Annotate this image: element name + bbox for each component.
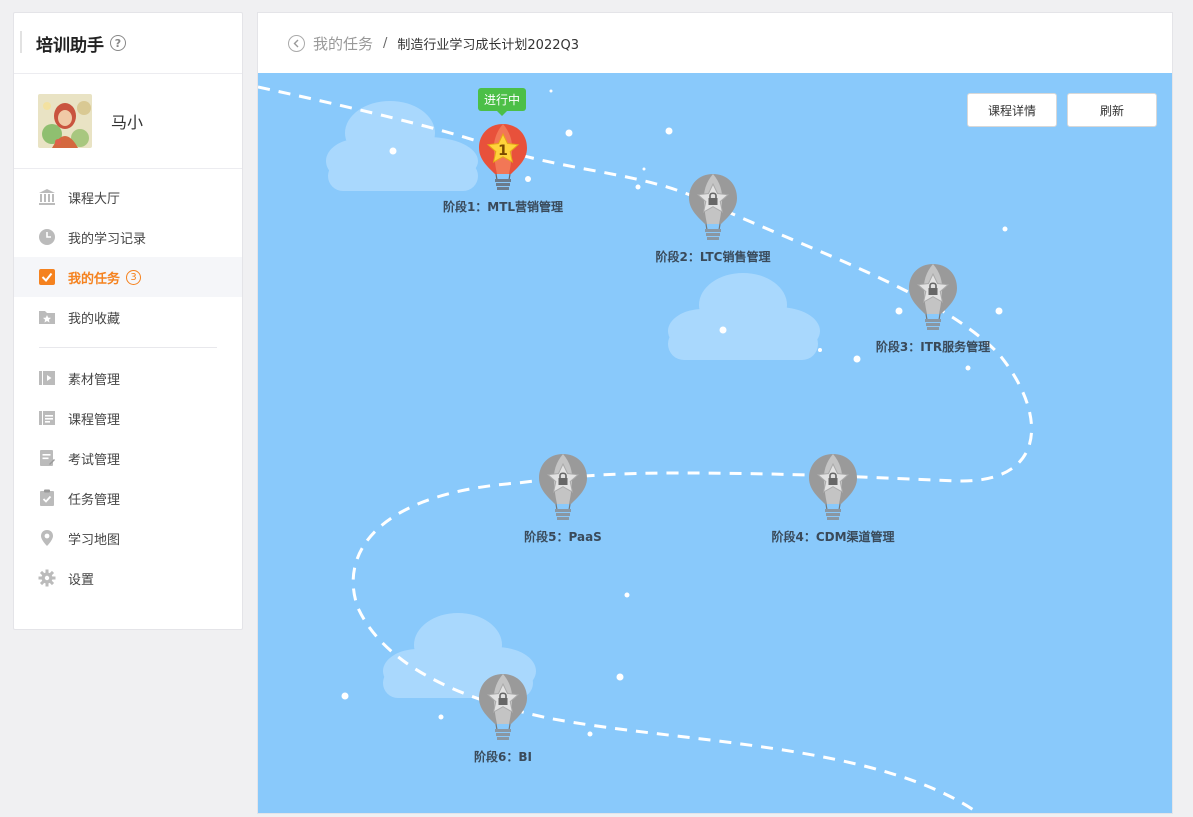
task-icon (38, 489, 56, 507)
location-icon (38, 529, 56, 547)
sidebar: 培训助手 ? 马小 课程大厅 我的学习记录 我的任务 3 我的收藏 素材管理 课… (13, 12, 243, 630)
back-arrow-icon[interactable] (288, 34, 305, 52)
sidebar-item-label: 素材管理 (68, 372, 121, 388)
sidebar-item-label: 设置 (68, 572, 95, 588)
stage-5[interactable]: 阶段5：PaaS (488, 452, 638, 545)
sidebar-item-task-manage[interactable]: 任务管理 (14, 478, 242, 518)
avatar[interactable] (38, 94, 92, 148)
learning-map: 课程详情 刷新 进行中 1 阶段1：MTL营销管理 阶段2：LTC销售管理 阶段… (258, 73, 1172, 813)
sidebar-item-label: 我的收藏 (68, 311, 121, 327)
sidebar-item-label: 我的任务 (68, 271, 121, 287)
stage-label: 阶段6：BI (474, 750, 532, 764)
sidebar-item-my-tasks[interactable]: 我的任务 3 (14, 257, 242, 297)
sidebar-item-label: 任务管理 (68, 492, 121, 508)
breadcrumb-back-link[interactable]: 我的任务 (313, 33, 373, 54)
bank-icon (38, 188, 56, 206)
sidebar-nav: 课程大厅 我的学习记录 我的任务 3 我的收藏 素材管理 课程管理 考试管理 任… (14, 169, 242, 598)
cloud-icon (668, 273, 820, 360)
task-count-badge: 3 (126, 269, 142, 285)
stage-label: 阶段4：CDM渠道管理 (771, 530, 895, 544)
gear-icon (38, 569, 56, 587)
sidebar-item-label: 学习地图 (68, 532, 121, 548)
sidebar-item-label: 课程管理 (68, 412, 121, 428)
stage-label: 阶段1：MTL营销管理 (442, 200, 564, 214)
refresh-button[interactable]: 刷新 (1067, 93, 1157, 127)
stage-label: 阶段3：ITR服务管理 (875, 340, 991, 354)
sidebar-item-material[interactable]: 素材管理 (14, 358, 242, 398)
sidebar-item-favorites[interactable]: 我的收藏 (14, 297, 242, 337)
locked-balloon-icon (539, 454, 587, 520)
user-name: 马小 (111, 113, 144, 132)
breadcrumb-current: 制造行业学习成长计划2022Q3 (397, 37, 579, 53)
stage-4[interactable]: 阶段4：CDM渠道管理 (758, 452, 908, 545)
stage-number: 1 (498, 143, 508, 159)
breadcrumb: 我的任务 / 制造行业学习成长计划2022Q3 (258, 13, 1172, 73)
in-progress-tag: 进行中 (478, 88, 527, 116)
main-panel: 我的任务 / 制造行业学习成长计划2022Q3 课程详情 刷新 进行中 1 阶段… (257, 12, 1173, 814)
active-balloon-icon: 1 (479, 124, 527, 190)
sidebar-item-course-manage[interactable]: 课程管理 (14, 398, 242, 438)
locked-balloon-icon (689, 174, 737, 240)
app-title: 培训助手 (36, 35, 104, 56)
video-icon (38, 369, 56, 387)
user-profile: 马小 (14, 74, 242, 169)
course-details-button[interactable]: 课程详情 (967, 93, 1057, 127)
sidebar-item-settings[interactable]: 设置 (14, 558, 242, 598)
sidebar-item-label: 我的学习记录 (68, 231, 147, 247)
sidebar-item-label: 课程大厅 (68, 191, 121, 207)
stage-2[interactable]: 阶段2：LTC销售管理 (638, 172, 788, 265)
sidebar-item-learning-map[interactable]: 学习地图 (14, 518, 242, 558)
nav-divider (39, 347, 217, 348)
stage-label: 阶段2：LTC销售管理 (655, 250, 771, 264)
stage-3[interactable]: 阶段3：ITR服务管理 (858, 262, 1008, 355)
locked-balloon-icon (809, 454, 857, 520)
sidebar-header: 培训助手 ? (14, 13, 242, 74)
locked-balloon-icon (909, 264, 957, 330)
help-icon[interactable]: ? (110, 35, 126, 51)
course-icon (38, 409, 56, 427)
locked-balloon-icon (479, 674, 527, 740)
stage-1[interactable]: 1 阶段1：MTL营销管理 (428, 122, 578, 215)
star-folder-icon (38, 308, 56, 326)
checkbox-icon (38, 268, 56, 286)
sidebar-item-exam-manage[interactable]: 考试管理 (14, 438, 242, 478)
clock-icon (38, 228, 56, 246)
stage-6[interactable]: 阶段6：BI (428, 672, 578, 765)
exam-icon (38, 449, 56, 467)
sidebar-item-course-hall[interactable]: 课程大厅 (14, 177, 242, 217)
sidebar-item-learning-record[interactable]: 我的学习记录 (14, 217, 242, 257)
sidebar-item-label: 考试管理 (68, 452, 121, 468)
breadcrumb-separator: / (383, 35, 388, 51)
stage-label: 阶段5：PaaS (524, 530, 602, 544)
